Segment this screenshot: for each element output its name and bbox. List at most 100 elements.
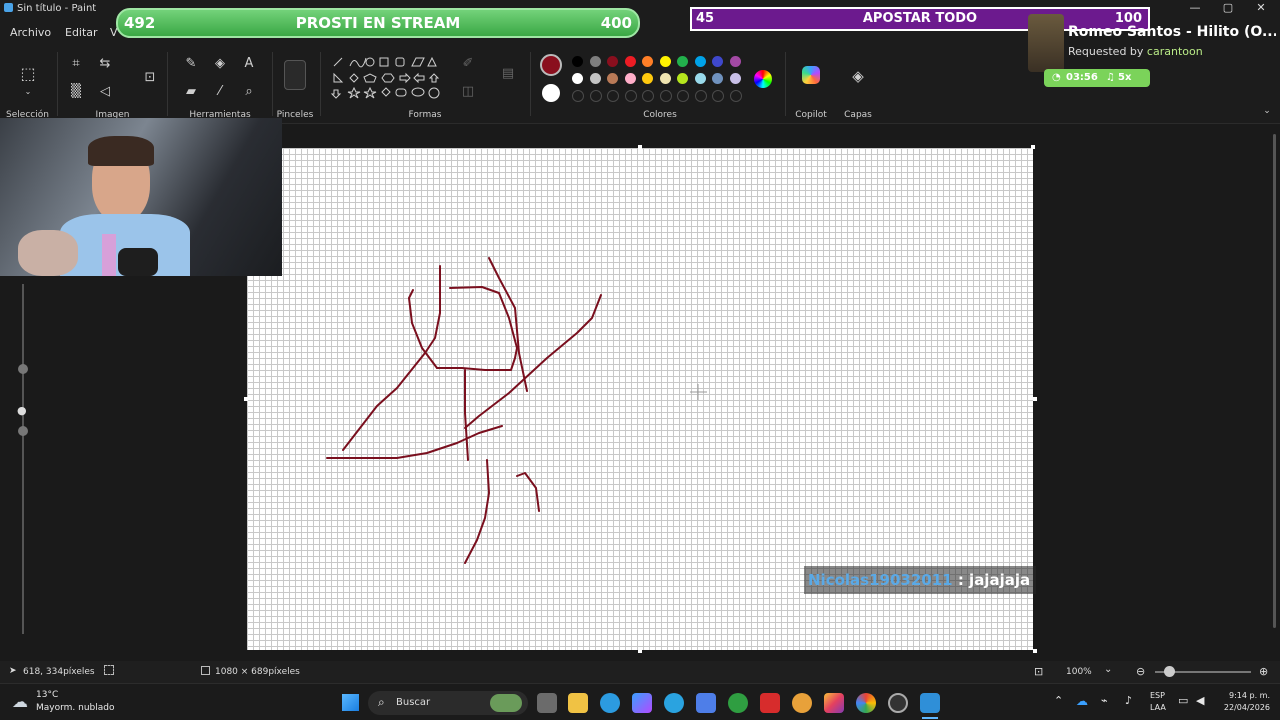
resize-handle-right[interactable]: [1033, 397, 1037, 401]
taskbar-search[interactable]: ⌕ Buscar: [368, 691, 528, 715]
language-top[interactable]: ESP: [1150, 691, 1165, 700]
primary-color-swatch[interactable]: [540, 54, 562, 76]
palette-color-5[interactable]: [659, 56, 671, 67]
xbox-icon[interactable]: [728, 693, 748, 713]
palette-color-0[interactable]: [572, 56, 583, 67]
zoom-out-icon[interactable]: ⊖: [1136, 665, 1145, 678]
menu-file[interactable]: Archivo: [10, 26, 51, 39]
color-picker-icon[interactable]: ⁄: [210, 82, 230, 102]
custom-color-slot-2[interactable]: [607, 90, 619, 102]
windows-start-icon[interactable]: [342, 694, 359, 711]
clock-date[interactable]: 22/04/2026: [1218, 703, 1270, 712]
store-icon[interactable]: [696, 693, 716, 713]
crop-icon[interactable]: ⌗: [66, 54, 86, 74]
clock-time[interactable]: 9:14 p. m.: [1218, 691, 1270, 700]
display-icon[interactable]: ▭: [1178, 694, 1188, 707]
slider-thumb[interactable]: [18, 426, 28, 436]
volume-icon[interactable]: ◀: [1196, 694, 1204, 707]
copilot-taskbar-icon[interactable]: [632, 693, 652, 713]
app-icon[interactable]: [792, 693, 812, 713]
custom-color-slot-6[interactable]: [677, 90, 689, 102]
palette-color-alt-8[interactable]: [712, 73, 723, 84]
menu-edit[interactable]: Editar: [65, 26, 98, 39]
custom-color-slot-4[interactable]: [642, 90, 654, 102]
wps-icon[interactable]: [760, 693, 780, 713]
chat-username: Nicolas19032011: [808, 571, 953, 589]
palette-color-alt-2[interactable]: [607, 73, 618, 84]
palette-color-alt-5[interactable]: [659, 73, 671, 84]
task-view-icon[interactable]: [537, 693, 557, 713]
custom-color-slot-3[interactable]: [624, 90, 637, 102]
fill-icon[interactable]: ◫: [458, 82, 478, 102]
edge-icon[interactable]: [600, 693, 620, 713]
ribbon-collapse-icon[interactable]: ⌄: [1260, 104, 1274, 118]
image-select-icon[interactable]: ⊡: [140, 68, 160, 88]
outline-icon[interactable]: ✐: [458, 54, 478, 74]
palette-color-8[interactable]: [712, 56, 723, 67]
palette-color-alt-9[interactable]: [729, 73, 741, 84]
close-button[interactable]: ✕: [1244, 1, 1278, 17]
copilot-icon[interactable]: [802, 66, 820, 84]
palette-color-1[interactable]: [589, 56, 601, 67]
custom-color-slot-9[interactable]: [729, 90, 742, 102]
obs-icon[interactable]: [888, 693, 908, 713]
maximize-button[interactable]: ▢: [1211, 1, 1245, 17]
layers-icon[interactable]: ◈: [848, 66, 868, 86]
microphone-icon[interactable]: ♪: [1125, 694, 1132, 707]
secondary-color-swatch[interactable]: [542, 84, 560, 102]
instagram-icon[interactable]: [824, 693, 844, 713]
magnifier-icon[interactable]: ⌕: [239, 82, 259, 102]
chevron-down-icon[interactable]: ⌄: [18, 82, 38, 102]
zoom-dropdown-icon[interactable]: ⌄: [1104, 664, 1112, 675]
resize-handle-left[interactable]: [244, 397, 248, 401]
paint-taskbar-icon[interactable]: [920, 693, 940, 713]
palette-color-alt-4[interactable]: [642, 73, 653, 84]
zoom-slider-thumb[interactable]: [1164, 666, 1175, 677]
eraser-icon[interactable]: ▰: [181, 82, 201, 102]
palette-color-7[interactable]: [694, 56, 706, 67]
resize-handle-top-right[interactable]: [1031, 145, 1035, 149]
background-remove-icon[interactable]: ▒: [66, 82, 86, 102]
select-rectangle-icon[interactable]: ⬚: [18, 64, 38, 84]
palette-color-alt-7[interactable]: [694, 73, 706, 84]
palette-color-alt-6[interactable]: [677, 73, 688, 84]
network-icon[interactable]: ⌁: [1101, 694, 1108, 707]
fill-bucket-icon[interactable]: ◈: [210, 54, 230, 74]
chrome-icon[interactable]: [856, 693, 876, 713]
language-bottom[interactable]: LAA: [1150, 703, 1166, 712]
custom-color-slot-5[interactable]: [659, 90, 672, 102]
palette-color-alt-0[interactable]: [572, 73, 583, 84]
palette-color-9[interactable]: [729, 56, 741, 67]
shape-size-icon[interactable]: ▤: [498, 64, 518, 84]
fit-to-window-icon[interactable]: ⊡: [1034, 665, 1043, 678]
chevron-up-icon[interactable]: ⌃: [1054, 694, 1063, 707]
resize-icon[interactable]: ⇆: [95, 54, 115, 74]
palette-color-alt-1[interactable]: [589, 73, 601, 84]
rotate-icon[interactable]: ◁: [95, 82, 115, 102]
custom-color-slot-8[interactable]: [712, 90, 724, 102]
resize-handle-bottom[interactable]: [638, 649, 642, 653]
zoom-level[interactable]: 100%: [1066, 667, 1092, 677]
palette-color-alt-3[interactable]: [624, 73, 636, 84]
palette-color-3[interactable]: [624, 56, 636, 67]
vertical-scrollbar[interactable]: [1273, 134, 1276, 628]
brush-icon[interactable]: [284, 60, 306, 90]
shapes-gallery-icon[interactable]: [330, 54, 445, 108]
file-explorer-icon[interactable]: [568, 693, 588, 713]
minimize-button[interactable]: —: [1178, 1, 1212, 17]
custom-color-slot-1[interactable]: [589, 90, 602, 102]
palette-color-2[interactable]: [607, 56, 618, 67]
telegram-icon[interactable]: [664, 693, 684, 713]
palette-color-4[interactable]: [642, 56, 653, 67]
pencil-icon[interactable]: ✎: [181, 54, 201, 74]
palette-color-6[interactable]: [677, 56, 688, 67]
custom-color-slot-7[interactable]: [694, 90, 707, 102]
zoom-in-icon[interactable]: ⊕: [1259, 665, 1268, 678]
custom-color-slot-0[interactable]: [572, 90, 584, 102]
onedrive-icon[interactable]: ☁: [1076, 694, 1088, 708]
edit-colors-icon[interactable]: [754, 70, 772, 88]
resize-handle-top[interactable]: [638, 145, 642, 149]
slider-thumb[interactable]: [18, 364, 28, 374]
resize-handle-bottom-right[interactable]: [1033, 649, 1037, 653]
text-icon[interactable]: A: [239, 54, 259, 74]
